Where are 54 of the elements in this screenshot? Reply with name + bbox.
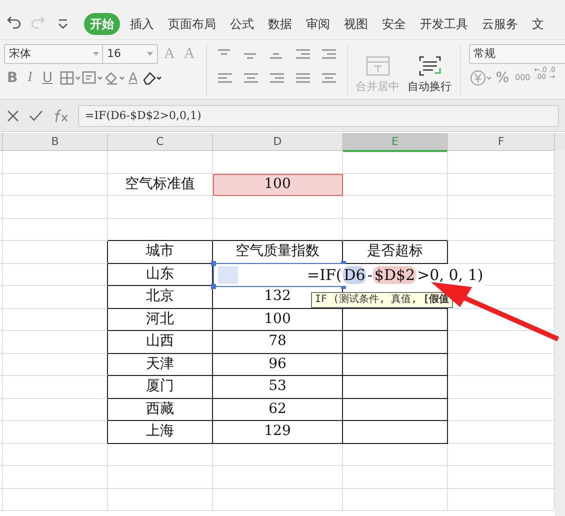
value-cell: 100 [213, 308, 343, 331]
confirm-icon[interactable] [28, 108, 44, 122]
font-color-button[interactable]: A [126, 68, 140, 88]
value-cell: 53 [213, 376, 343, 398]
number-format-button[interactable]: % [492, 68, 512, 88]
column-header[interactable]: B [3, 133, 108, 152]
ribbon-tab[interactable]: 安全 [376, 12, 412, 34]
wrap-text-icon [418, 56, 442, 76]
ribbon-tab[interactable]: 审阅 [300, 12, 336, 34]
column-header[interactable]: C [108, 133, 213, 152]
format-button[interactable]: I [24, 68, 36, 88]
ribbon-tab[interactable]: 云服务 [476, 12, 524, 34]
cancel-icon[interactable] [6, 108, 20, 122]
font-name-field[interactable]: 宋体 [4, 44, 104, 64]
cell-highlight [218, 266, 238, 284]
fill-style-icon[interactable] [82, 70, 104, 86]
ribbon-tab[interactable]: 视图 [338, 12, 374, 34]
ribbon-tab[interactable]: 开发工具 [414, 12, 474, 34]
paint-bucket-icon[interactable] [104, 70, 126, 86]
number-format-button[interactable]: 000 [512, 68, 534, 88]
ribbon-tab[interactable]: 插入 [124, 12, 160, 34]
function-icon[interactable] [52, 108, 70, 122]
value-cell: 62 [213, 398, 343, 421]
font-size-field[interactable]: 16 [102, 44, 158, 64]
city-cell: 厦门 [108, 376, 213, 398]
function-tooltip: IF (测试条件, 真值, [假值 [311, 292, 454, 308]
city-cell: 河北 [108, 308, 213, 331]
column-heading: 城市 [108, 241, 213, 264]
value-cell: 129 [213, 421, 343, 444]
ribbon-tab[interactable]: 文 [526, 12, 550, 34]
eraser-icon[interactable] [140, 70, 164, 86]
dropdown-icon [147, 52, 153, 56]
number-format-field[interactable]: 常规 [468, 44, 565, 64]
dropdown-icon [93, 52, 99, 56]
ribbon-tab[interactable]: 公式 [224, 12, 260, 34]
format-button[interactable]: U [39, 68, 56, 88]
scrollbar[interactable] [555, 150, 565, 516]
cell-formula[interactable]: =IF(D6-$D$2>0, 0, 1) [306, 264, 484, 286]
merge-cells-icon [366, 56, 390, 76]
city-cell: 天津 [108, 354, 213, 376]
cell-value: 100 [213, 174, 343, 196]
value-cell: 96 [213, 354, 343, 376]
wrap-text-button[interactable]: 自动换行 [408, 56, 452, 95]
value-cell: 78 [213, 331, 343, 354]
ribbon-tab[interactable]: 页面布局 [162, 12, 222, 34]
city-cell: 上海 [108, 421, 213, 444]
ribbon-tab[interactable]: 数据 [262, 12, 298, 34]
currency-icon[interactable] [468, 69, 493, 87]
city-cell: 西藏 [108, 398, 213, 421]
city-cell: 北京 [108, 286, 213, 308]
borders-icon[interactable] [60, 70, 82, 86]
format-button[interactable]: B [4, 68, 21, 88]
formula-field[interactable]: =IF(D6-$D$2>0,0,1) [78, 104, 559, 126]
city-cell: 山西 [108, 331, 213, 354]
